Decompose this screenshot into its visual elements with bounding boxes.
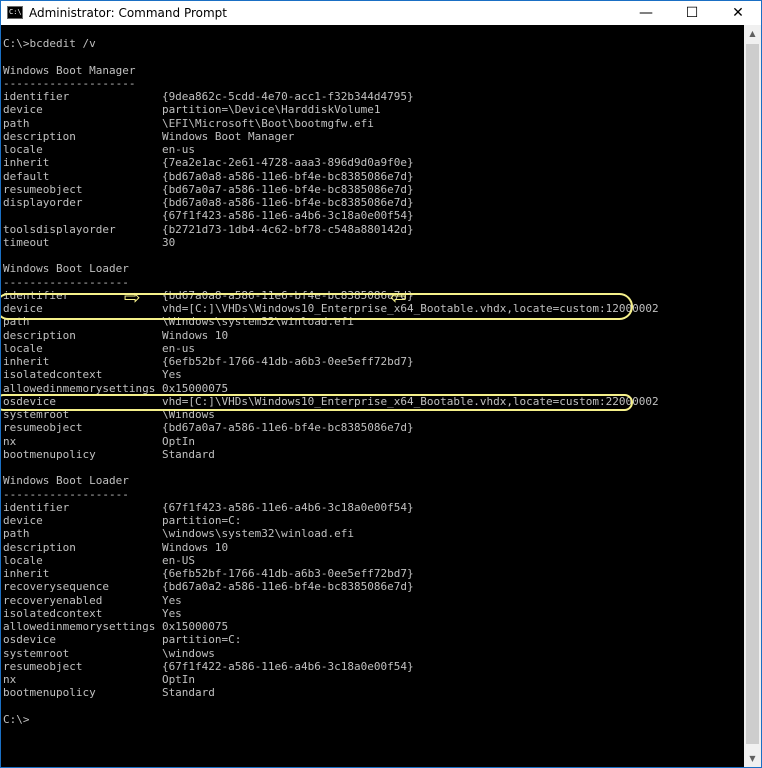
console-line: identifier {67f1f423-a586-11e6-a4b6-3c18… xyxy=(3,500,414,514)
console-line: allowedinmemorysettings 0x15000075 xyxy=(3,620,229,633)
arrow-right-icon: ⇨ xyxy=(124,285,141,309)
console-line: identifier {9dea862c-5cdd-4e70-acc1-f32b… xyxy=(3,90,414,103)
highlight-identifier-device xyxy=(1,293,633,320)
title-bar[interactable]: C:\ Administrator: Command Prompt — ☐ ✕ xyxy=(1,1,761,25)
console-line: timeout 30 xyxy=(3,235,176,249)
console-line: locale en-US xyxy=(3,553,196,567)
scrollbar-thumb[interactable] xyxy=(746,44,759,744)
console-line: allowedinmemorysettings 0x15000075 xyxy=(3,381,229,395)
console-line: toolsdisplayorder {b2721d73-1db4-4c62-bf… xyxy=(3,222,414,236)
console-line: nx OptIn xyxy=(3,434,196,448)
console-line: resumeobject {bd67a0a7-a586-11e6-bf4e-bc… xyxy=(3,421,414,435)
console-line: default {bd67a0a8-a586-11e6-bf4e-bc83850… xyxy=(3,169,414,183)
console-line: nx OptIn xyxy=(3,673,196,686)
console-line: bootmenupolicy Standard xyxy=(3,447,215,461)
console-line: -------------------- xyxy=(3,76,136,90)
highlight-osdevice xyxy=(1,394,633,411)
console-line: inherit {6efb52bf-1766-41db-a6b3-0ee5eff… xyxy=(3,355,414,368)
console-line: inherit {6efb52bf-1766-41db-a6b3-0ee5eff… xyxy=(3,567,414,580)
console-line: description Windows 10 xyxy=(3,540,229,554)
console-line: resumeobject {bd67a0a7-a586-11e6-bf4e-bc… xyxy=(3,182,414,196)
console-line: ------------------- xyxy=(3,487,129,501)
console-line: isolatedcontext Yes xyxy=(3,606,182,620)
console-line: displayorder {bd67a0a8-a586-11e6-bf4e-bc… xyxy=(3,196,414,209)
console-line: ------------------- xyxy=(3,275,129,289)
scroll-down-icon[interactable]: ▼ xyxy=(744,750,761,767)
console-line: device partition=\Device\HarddiskVolume1 xyxy=(3,103,381,117)
console-line: recoveryenabled Yes xyxy=(3,593,182,607)
console-line: locale en-us xyxy=(3,341,196,355)
maximize-button[interactable]: ☐ xyxy=(669,1,715,25)
console-text: C:\>bcdedit /v Windows Boot Manager -----… xyxy=(3,37,659,726)
console-line: inherit {7ea2e1ac-2e61-4728-aaa3-896d9d0… xyxy=(3,156,414,170)
console-line: device partition=C: xyxy=(3,514,242,527)
vertical-scrollbar[interactable]: ▲ ▼ xyxy=(744,25,761,767)
console-line: Windows Boot Loader xyxy=(3,474,129,488)
console-line: recoverysequence {bd67a0a2-a586-11e6-bf4… xyxy=(3,580,414,594)
console-line: isolatedcontext Yes xyxy=(3,368,182,382)
console-line: locale en-us xyxy=(3,143,196,156)
console-line: {67f1f423-a586-11e6-a4b6-3c18a0e00f54} xyxy=(3,209,414,223)
command-prompt-window: C:\ Administrator: Command Prompt — ☐ ✕ … xyxy=(0,0,762,768)
window-title: Administrator: Command Prompt xyxy=(29,6,227,20)
console-line: description Windows 10 xyxy=(3,328,229,342)
scroll-up-icon[interactable]: ▲ xyxy=(744,25,761,42)
console-line: C:\> xyxy=(3,712,30,726)
console-line: path \EFI\Microsoft\Boot\bootmgfw.efi xyxy=(3,116,374,130)
console-line: C:\>bcdedit /v xyxy=(3,37,96,50)
console-line: Windows Boot Manager xyxy=(3,63,136,77)
minimize-button[interactable]: — xyxy=(623,1,669,25)
command-prompt-icon: C:\ xyxy=(7,6,23,19)
console-output[interactable]: C:\>bcdedit /v Windows Boot Manager -----… xyxy=(1,25,744,767)
console-line: bootmenupolicy Standard xyxy=(3,686,215,700)
close-button[interactable]: ✕ xyxy=(715,1,761,25)
console-line: Windows Boot Loader xyxy=(3,262,129,276)
console-line: osdevice partition=C: xyxy=(3,633,242,647)
console-line: systemroot \windows xyxy=(3,646,215,660)
console-line: description Windows Boot Manager xyxy=(3,129,295,143)
arrow-left-icon: ⇦ xyxy=(390,285,407,309)
console-line: path \windows\system32\winload.efi xyxy=(3,527,354,541)
console-line: resumeobject {67f1f422-a586-11e6-a4b6-3c… xyxy=(3,659,414,673)
